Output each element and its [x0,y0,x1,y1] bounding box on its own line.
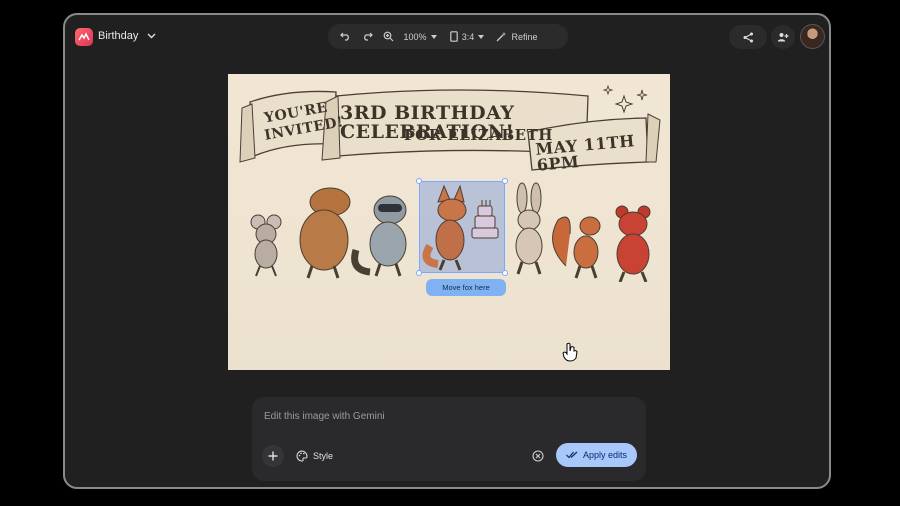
aspect-ratio-dropdown[interactable]: 3:4 [442,24,492,49]
aspect-ratio-value: 3:4 [461,31,475,42]
redo-icon [363,32,373,41]
chevron-down-icon[interactable] [145,29,157,43]
share-button[interactable] [729,25,767,49]
raccoon-illustration [351,195,407,277]
apply-edits-button[interactable]: Apply edits [556,443,637,467]
apply-edits-label: Apply edits [582,450,628,460]
style-button[interactable]: Style [296,445,333,467]
crop-portrait-icon [449,31,458,42]
plus-icon [268,451,278,461]
banner-text-name: For Elizabeth [404,126,553,144]
caret-down-icon [478,34,485,39]
edit-prompt-input[interactable] [262,407,636,425]
close-circle-icon [532,450,544,462]
image-canvas[interactable]: You're Invited! 3rd Birthday Celebration… [228,74,670,370]
refine-label: Refine [511,31,538,42]
zoom-in-icon [383,31,393,42]
hand-cursor-icon [562,342,578,362]
redo-button[interactable] [356,24,378,49]
document-title[interactable]: Birthday [98,30,138,42]
fox-with-cake-illustration [422,184,499,271]
caret-down-icon [430,34,437,39]
share-icon [743,32,753,42]
undo-icon [339,32,349,41]
double-check-icon [566,451,578,459]
app-window: Birthday 100% 3:4 Refine YOU'RE INVITED!… [63,13,831,489]
zoom-dropdown[interactable]: 100% [398,24,442,49]
palette-icon [296,450,308,462]
edit-toolbar: 100% 3:4 Refine [328,24,568,49]
add-button[interactable] [262,445,284,467]
selection-label[interactable]: Move fox here [426,279,506,296]
top-bar: Birthday 100% 3:4 Refine [65,15,829,59]
capybara-illustration [299,187,351,279]
undo-button[interactable] [334,24,356,49]
mouse-illustration [250,214,282,277]
app-logo-icon [75,28,93,46]
edit-prompt-panel: Style Apply edits [252,397,646,481]
style-label: Style [313,451,334,461]
person-add-icon [777,33,789,42]
zoom-button[interactable] [378,24,398,49]
zoom-value: 100% [403,31,427,42]
avatar[interactable] [800,24,825,49]
selected-fox-region[interactable] [416,178,508,276]
add-collaborator-button[interactable] [771,25,795,49]
magic-wand-icon [497,32,507,42]
squirrel-illustration [552,216,601,279]
clear-selection-button[interactable] [530,448,546,464]
refine-button[interactable]: Refine [492,24,542,49]
red-bear-illustration [615,205,651,282]
